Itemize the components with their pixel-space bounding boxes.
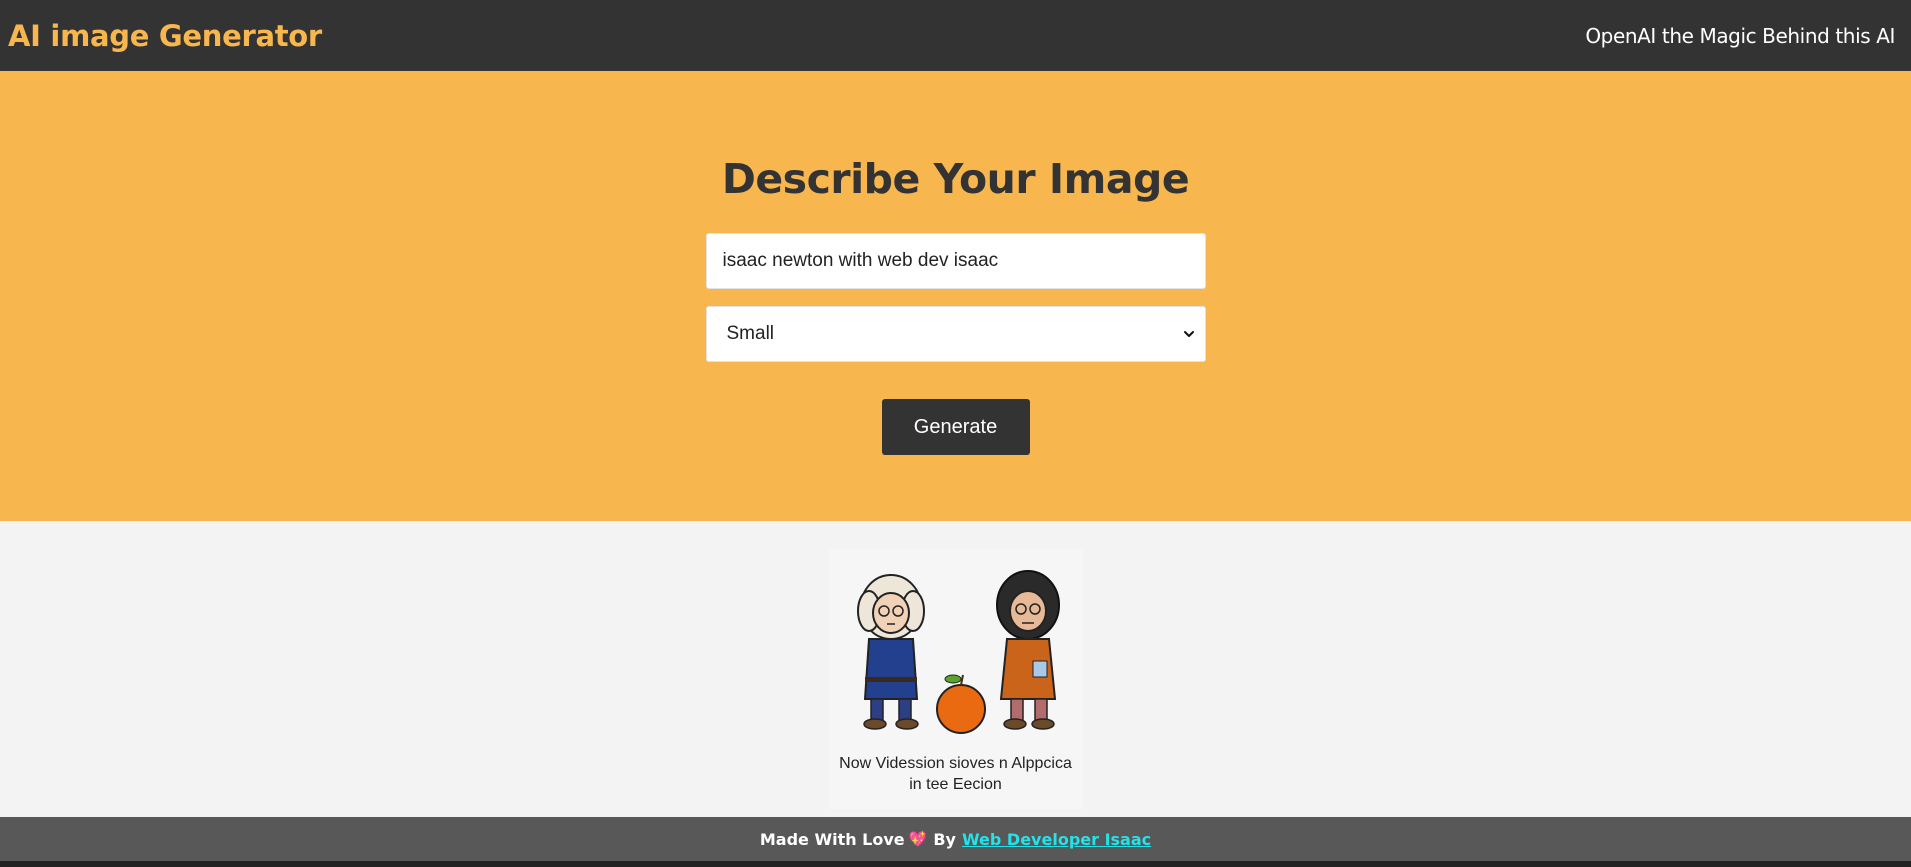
prompt-input[interactable] — [705, 233, 1206, 289]
generate-button[interactable]: Generate — [881, 399, 1030, 455]
caption-line-1: Now Vidession sioves n Alppcica — [839, 755, 1072, 772]
web-dev-figure — [995, 570, 1060, 730]
size-select-value: Small — [726, 323, 775, 344]
author-link[interactable]: Web Developer Isaac — [962, 830, 1151, 849]
image-caption: Now Vidession sioves n Alppcica in tee E… — [829, 753, 1083, 795]
bottom-edge — [0, 861, 1911, 867]
generated-image[interactable]: Now Vidession sioves n Alppcica in tee E… — [828, 549, 1083, 809]
apple-icon — [935, 674, 986, 734]
result-section: Now Vidession sioves n Alppcica in tee E… — [0, 521, 1911, 809]
footer: Made With Love 💖 By Web Developer Isaac — [0, 817, 1911, 861]
footer-made-with: Made With Love — [759, 829, 905, 849]
cartoon-illustration — [856, 570, 1060, 734]
newton-figure — [856, 574, 925, 730]
app-logo[interactable]: AI image Generator — [8, 19, 322, 53]
nav-tagline: OpenAI the Magic Behind this AI — [1585, 23, 1895, 48]
size-select-wrapper[interactable]: Small — [705, 306, 1206, 362]
page-title: Describe Your Image — [721, 155, 1190, 203]
heart-icon: 💖 — [908, 830, 928, 848]
caption-line-2: in tee Eecion — [909, 776, 1002, 793]
generator-form-section: Describe Your Image Small Generate — [0, 71, 1911, 521]
navbar: AI image Generator OpenAI the Magic Behi… — [0, 0, 1911, 71]
footer-by: By — [933, 829, 956, 849]
size-select[interactable]: Small — [705, 306, 1206, 362]
